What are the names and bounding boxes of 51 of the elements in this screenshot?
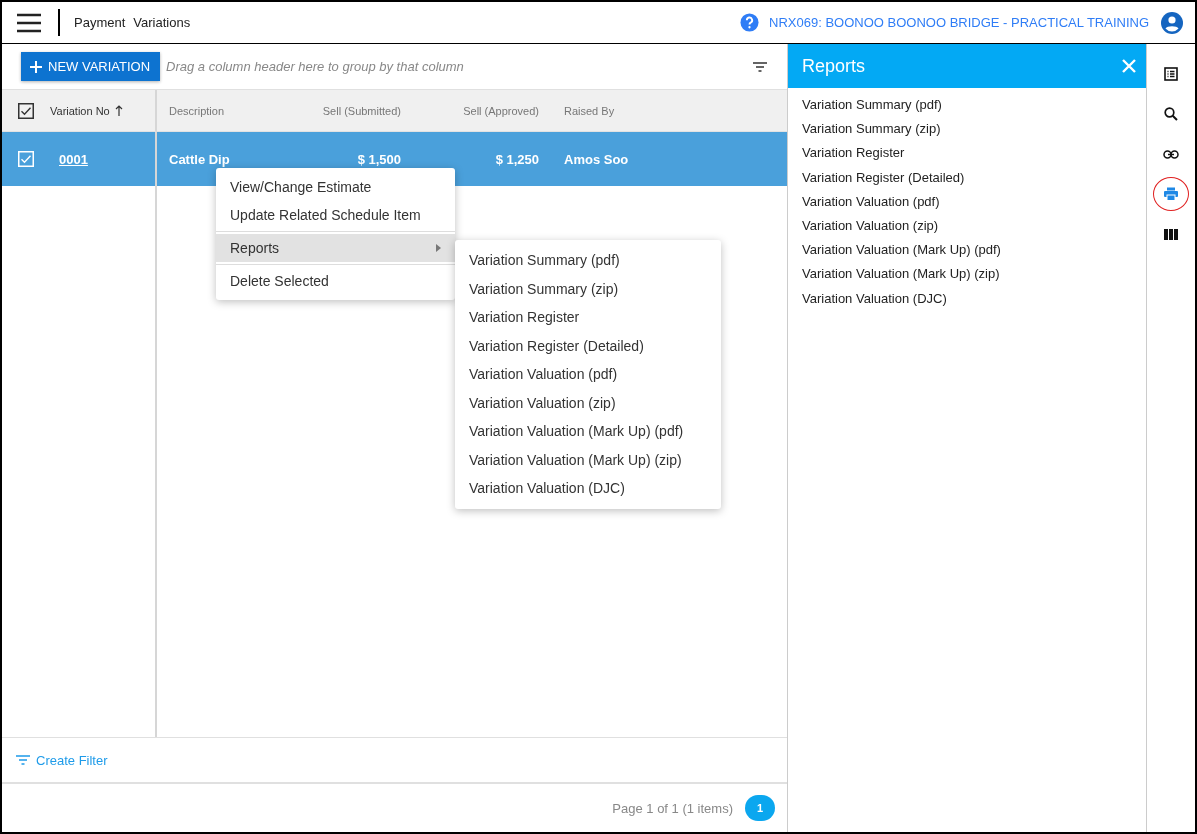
menu-item[interactable]: Variation Valuation (pdf)	[455, 360, 721, 389]
table-cell-text: $ 1,250	[494, 151, 539, 167]
help-icon[interactable]	[740, 13, 760, 32]
project-link[interactable]: NRX069: BOONOO BOONOO BRIDGE - PRACTICAL TRAINING	[769, 15, 1149, 30]
menu-item[interactable]: Variation Register	[455, 303, 721, 332]
filter-icon[interactable]	[753, 61, 767, 72]
paging-info: Page 1 of 1 (1 items)	[612, 800, 733, 816]
user-avatar-icon[interactable]	[1161, 11, 1183, 34]
menu-item[interactable]: Variation Valuation (zip)	[455, 388, 721, 417]
close-icon[interactable]	[1122, 59, 1136, 73]
report-link[interactable]: Variation Valuation (zip)	[802, 216, 1132, 242]
link-icon[interactable]	[1163, 149, 1179, 159]
menu-item[interactable]: Delete Selected	[216, 267, 455, 295]
columns-icon[interactable]	[1164, 228, 1178, 240]
menu-item[interactable]: Variation Valuation (Mark Up) (pdf)	[455, 417, 721, 446]
report-link[interactable]: Variation Valuation (DJC)	[802, 289, 1132, 314]
menu-item[interactable]: View/Change Estimate	[216, 173, 455, 201]
menu-item[interactable]: Variation Summary (pdf)	[455, 246, 721, 275]
report-link[interactable]: Variation Valuation (Mark Up) (pdf)	[802, 241, 1132, 266]
report-link[interactable]: Variation Valuation (Mark Up) (zip)	[802, 265, 1132, 290]
report-link[interactable]: Variation Register (Detailed)	[802, 168, 1132, 193]
menu-item[interactable]: Variation Summary (zip)	[455, 274, 721, 303]
menu-item[interactable]: Variation Register (Detailed)	[455, 331, 721, 360]
report-link[interactable]: Variation Summary (zip)	[802, 120, 1132, 145]
report-link[interactable]: Variation Valuation (pdf)	[802, 192, 1132, 217]
report-link[interactable]: Variation Summary (pdf)	[802, 96, 1132, 121]
checkbox[interactable]	[18, 102, 34, 119]
column-header[interactable]: Variation No	[50, 104, 123, 117]
report-link[interactable]: Variation Register	[802, 144, 1132, 169]
table-cell-text: Amos Soo	[563, 151, 630, 167]
list-icon[interactable]	[1164, 67, 1178, 81]
search-icon[interactable]	[1164, 107, 1178, 121]
menu-icon[interactable]	[16, 12, 42, 33]
menu-item[interactable]: Reports	[216, 234, 455, 262]
menu-item[interactable]: Variation Valuation (DJC)	[455, 474, 721, 503]
table-cell-text: $ 1,500	[356, 151, 401, 167]
breadcrumb-item[interactable]: Variations	[133, 15, 191, 30]
new-variation-button[interactable]: NEW VARIATION	[21, 52, 161, 81]
column-header[interactable]: Sell (Approved)	[401, 104, 539, 117]
table-cell-text: Cattle Dip	[169, 151, 231, 167]
filter-icon	[16, 755, 30, 765]
column-header[interactable]: Raised By	[539, 104, 787, 117]
panel-title: Reports	[802, 55, 867, 77]
menu-item[interactable]: Variation Valuation (Mark Up) (zip)	[455, 445, 721, 474]
plus-icon	[30, 60, 42, 73]
column-header[interactable]: Description	[169, 104, 301, 117]
menu-item[interactable]: Update Related Schedule Item	[216, 201, 455, 229]
column-header[interactable]: Sell (Submitted)	[301, 104, 401, 117]
group-hint: Drag a column header here to group by that column	[166, 59, 465, 74]
printer-icon[interactable]	[1164, 187, 1178, 201]
breadcrumb-item[interactable]: Payment	[74, 15, 126, 30]
